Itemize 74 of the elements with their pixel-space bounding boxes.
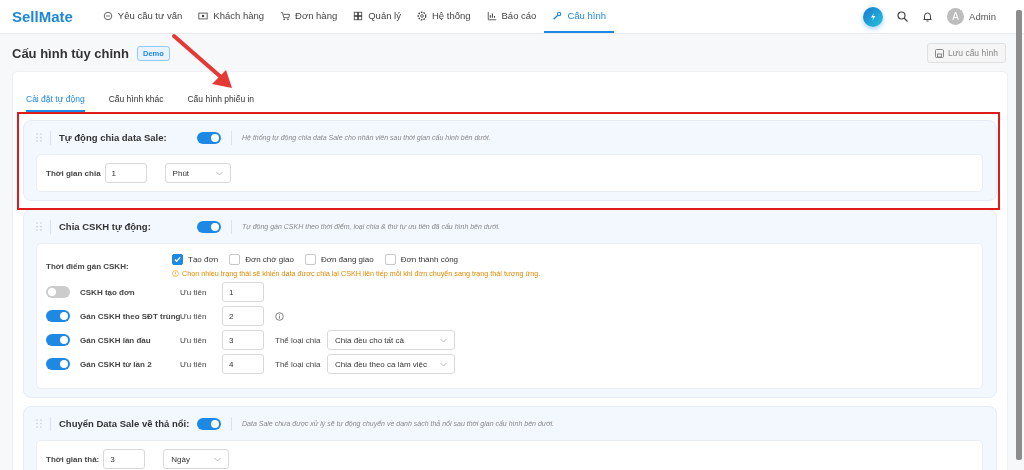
field-label: Thời gian chia bbox=[46, 168, 101, 178]
field-label: Ưu tiên bbox=[180, 311, 208, 321]
rule-name: Gán CSKH từ lần 2 bbox=[80, 359, 153, 369]
priority-input[interactable]: 1 bbox=[222, 282, 264, 302]
nav-item[interactable]: Cấu hình bbox=[544, 0, 614, 33]
bar-chart-icon bbox=[486, 10, 497, 21]
nav-item[interactable]: Hệ thống bbox=[408, 0, 479, 33]
save-icon bbox=[934, 48, 944, 58]
toggle-switch[interactable] bbox=[46, 334, 70, 346]
checkbox-label: Đơn thành công bbox=[400, 255, 459, 264]
checkbox-label: Đơn đang giao bbox=[320, 255, 374, 264]
logo[interactable]: SellMate bbox=[12, 8, 73, 25]
page-title: Cấu hình tùy chỉnh bbox=[12, 45, 129, 61]
section-title: Chuyển Data Sale về thả nổi: bbox=[58, 418, 191, 429]
toggle-switch[interactable] bbox=[46, 358, 70, 370]
rule-name: Gán CSKH theo SĐT trùng bbox=[80, 311, 180, 321]
nav-item[interactable]: Đơn hàng bbox=[272, 0, 346, 33]
toggle-switch[interactable] bbox=[46, 310, 70, 322]
chevron-down-icon bbox=[214, 456, 222, 462]
id-card-icon bbox=[198, 10, 209, 21]
field-label: Thể loại chia bbox=[275, 335, 322, 345]
nav-item[interactable]: Báo cáo bbox=[478, 0, 545, 33]
checkbox[interactable] bbox=[384, 254, 396, 265]
grid-icon bbox=[353, 10, 364, 21]
distribution-select[interactable]: Chia đều cho tất cả bbox=[327, 330, 455, 350]
section-title: Tự động chia data Sale: bbox=[58, 132, 168, 143]
checkbox[interactable] bbox=[172, 254, 183, 265]
lightning-button[interactable] bbox=[863, 6, 884, 27]
checkbox-label: Đơn chờ giao bbox=[245, 255, 294, 264]
rule-name: Gán CSKH lần đầu bbox=[80, 335, 152, 345]
toggle-switch[interactable] bbox=[46, 286, 70, 298]
priority-input[interactable]: 4 bbox=[222, 354, 264, 374]
number-input[interactable]: 3 bbox=[103, 449, 146, 469]
checkbox[interactable] bbox=[229, 254, 241, 265]
chevron-down-icon bbox=[440, 337, 447, 343]
field-label: Thời gian thả: bbox=[46, 454, 100, 464]
chat-icon bbox=[102, 10, 113, 21]
unit-select[interactable]: Phút bbox=[164, 163, 231, 183]
wrench-icon bbox=[552, 10, 563, 21]
toggle-switch[interactable] bbox=[197, 417, 221, 430]
search-icon[interactable] bbox=[897, 11, 909, 22]
drag-handle-icon[interactable] bbox=[36, 133, 42, 142]
drag-handle-icon[interactable] bbox=[36, 419, 42, 428]
priority-input[interactable]: 3 bbox=[222, 330, 264, 350]
tab[interactable]: Cấu hình phiếu in bbox=[187, 90, 255, 112]
drag-handle-icon[interactable] bbox=[36, 222, 42, 231]
tab[interactable]: Cài đặt tự động bbox=[26, 90, 85, 112]
chevron-down-icon bbox=[215, 170, 223, 176]
field-label: Ưu tiên bbox=[180, 335, 208, 345]
field-label: Ưu tiên bbox=[180, 359, 208, 369]
checkbox-label: Tạo đơn bbox=[188, 255, 219, 264]
chevron-down-icon bbox=[440, 361, 447, 367]
info-icon bbox=[275, 311, 284, 321]
priority-input[interactable]: 2 bbox=[222, 306, 264, 326]
distribution-select[interactable]: Chia đều theo ca làm việc bbox=[327, 354, 455, 374]
gear-icon bbox=[416, 10, 427, 21]
toggle-switch[interactable] bbox=[197, 220, 221, 233]
tab[interactable]: Cấu hình khác bbox=[108, 90, 164, 112]
nav-item[interactable]: Quản lý bbox=[345, 0, 409, 33]
user-name[interactable]: Admin bbox=[969, 11, 996, 22]
field-label: Thời điểm gán CSKH: bbox=[46, 261, 130, 271]
field-label: Thể loại chia bbox=[275, 359, 322, 369]
unit-select[interactable]: Ngày bbox=[163, 449, 230, 469]
rule-name: CSKH tạo đơn bbox=[80, 287, 136, 297]
nav-item[interactable]: Khách hàng bbox=[190, 0, 273, 33]
nav-item[interactable]: Yêu cầu tư vấn bbox=[94, 0, 191, 33]
checkbox[interactable] bbox=[304, 254, 316, 265]
cart-icon bbox=[280, 10, 291, 21]
section-title: Chia CSKH tự động: bbox=[58, 221, 152, 232]
toggle-switch[interactable] bbox=[197, 131, 221, 144]
bell-icon[interactable] bbox=[922, 11, 934, 22]
number-input[interactable]: 1 bbox=[104, 163, 147, 183]
field-label: Ưu tiên bbox=[180, 287, 208, 297]
warning-icon bbox=[172, 270, 179, 277]
